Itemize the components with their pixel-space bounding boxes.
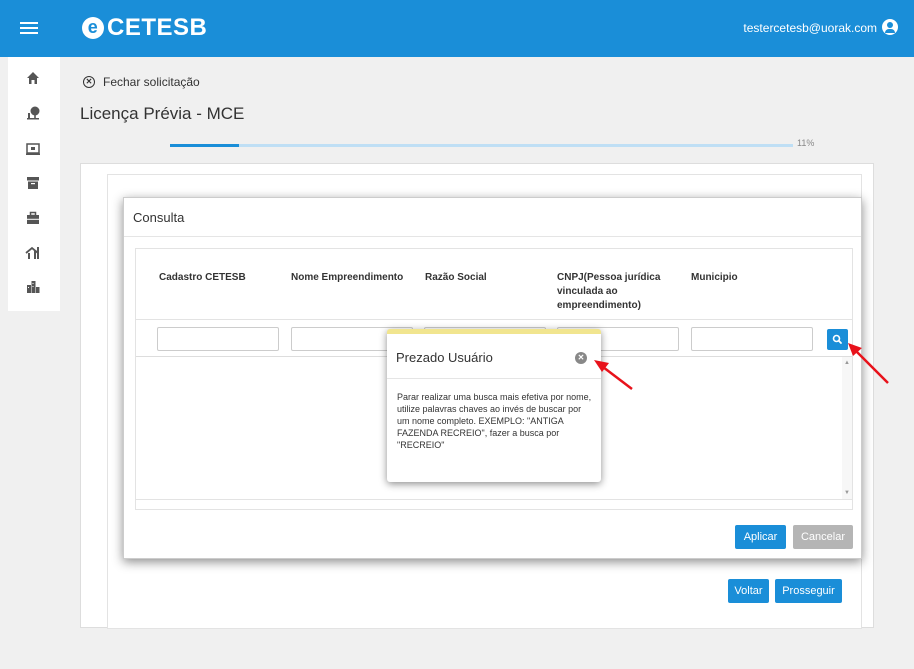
annotation-arrows bbox=[594, 343, 889, 390]
arrow-to-popover-close bbox=[594, 360, 633, 390]
arrow-to-search-button bbox=[848, 343, 889, 384]
